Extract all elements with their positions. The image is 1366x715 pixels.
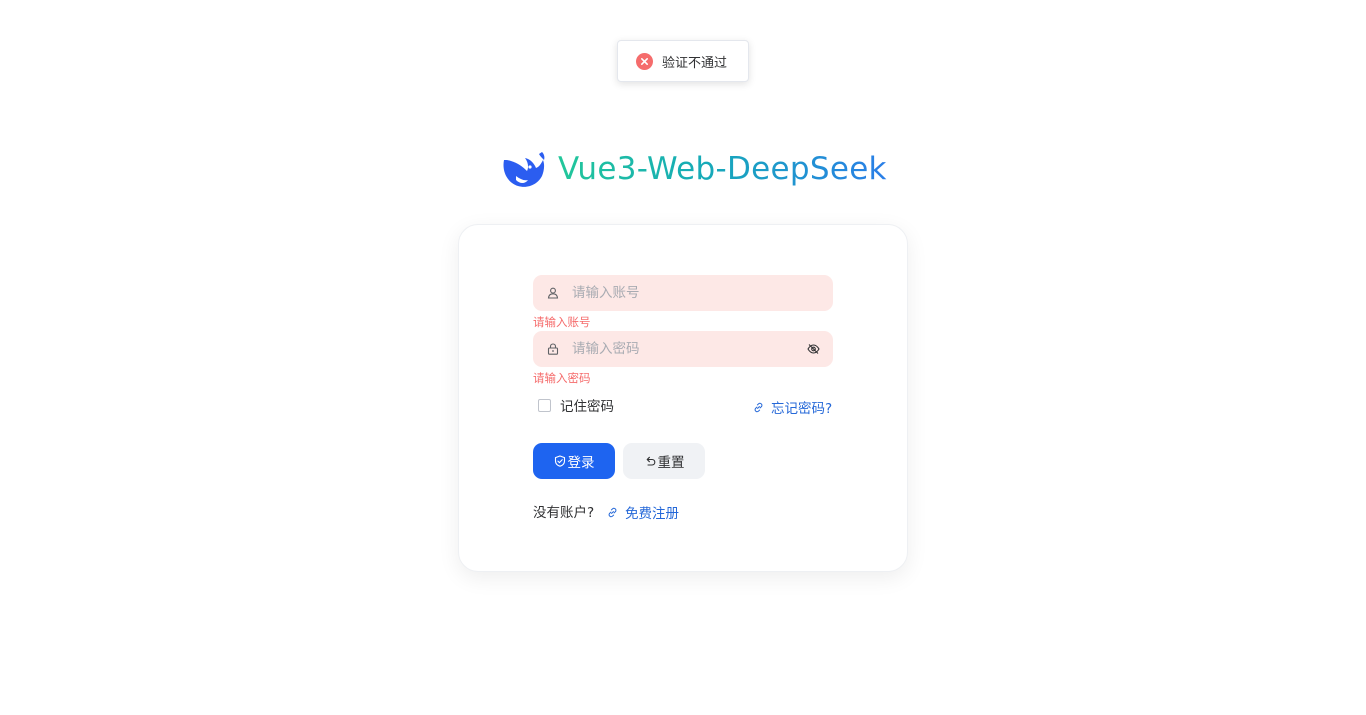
lock-icon: [547, 343, 559, 355]
toast-message: 验证不通过: [662, 55, 728, 71]
deepseek-whale-logo: [503, 152, 545, 187]
remember-password-checkbox[interactable]: 记住密码: [538, 395, 614, 415]
username-error: 请输入账号: [533, 315, 591, 329]
password-error: 请输入密码: [533, 371, 591, 385]
forgot-password-link[interactable]: 忘记密码?: [753, 397, 832, 417]
brand-title: Vue3-Web-DeepSeek: [558, 151, 887, 187]
link-icon: [754, 402, 763, 412]
register-link[interactable]: 免费注册: [607, 502, 679, 522]
error-toast: 验证不通过: [617, 40, 749, 82]
brand-header: Vue3-Web-DeepSeek: [498, 146, 887, 192]
undo-icon: [646, 456, 655, 466]
username-field[interactable]: [533, 275, 833, 311]
register-label: 免费注册: [625, 506, 679, 522]
no-account-text: 没有账户?: [533, 505, 595, 521]
checkbox-box[interactable]: [538, 398, 551, 412]
reset-button[interactable]: 重置: [623, 443, 705, 479]
password-field[interactable]: [533, 331, 833, 367]
error-circle-icon: [636, 52, 653, 70]
password-input[interactable]: [572, 341, 792, 357]
eye-off-icon[interactable]: [807, 343, 820, 355]
shield-check-icon: [554, 455, 565, 467]
remember-password-label: 记住密码: [560, 399, 614, 415]
username-input[interactable]: [572, 285, 792, 301]
forgot-password-label: 忘记密码?: [771, 401, 833, 417]
login-button[interactable]: 登录: [533, 443, 615, 479]
link-icon: [608, 507, 617, 517]
reset-button-label: 重置: [657, 455, 685, 471]
login-button-label: 登录: [567, 455, 595, 471]
user-icon: [547, 287, 559, 299]
